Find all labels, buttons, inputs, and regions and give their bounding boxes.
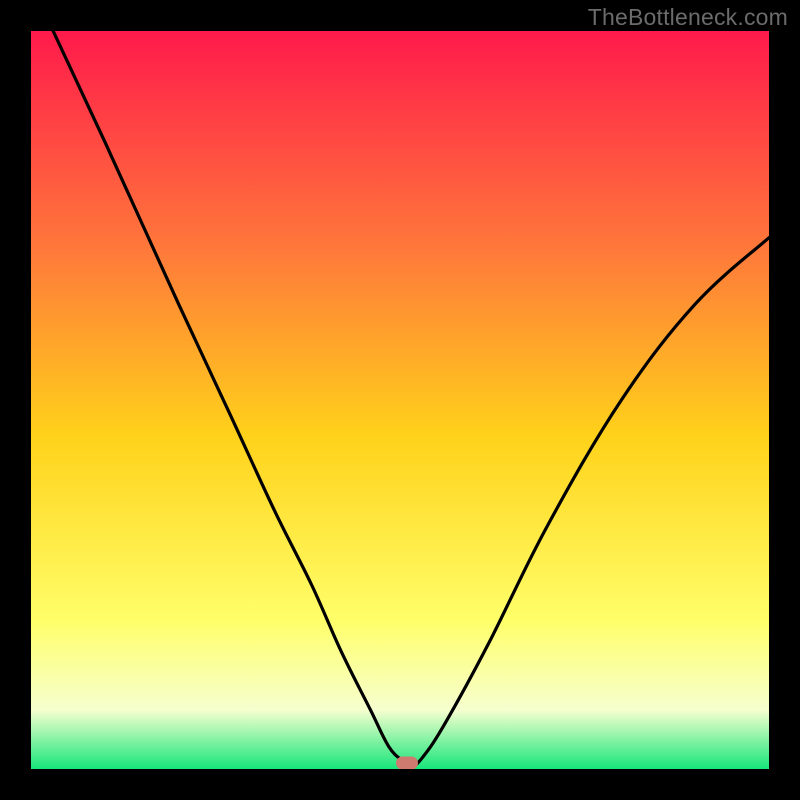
chart-stage: TheBottleneck.com xyxy=(0,0,800,800)
optimal-marker xyxy=(396,757,418,769)
watermark-text: TheBottleneck.com xyxy=(588,4,788,31)
plot-area xyxy=(31,31,769,769)
bottleneck-curve xyxy=(31,31,769,769)
